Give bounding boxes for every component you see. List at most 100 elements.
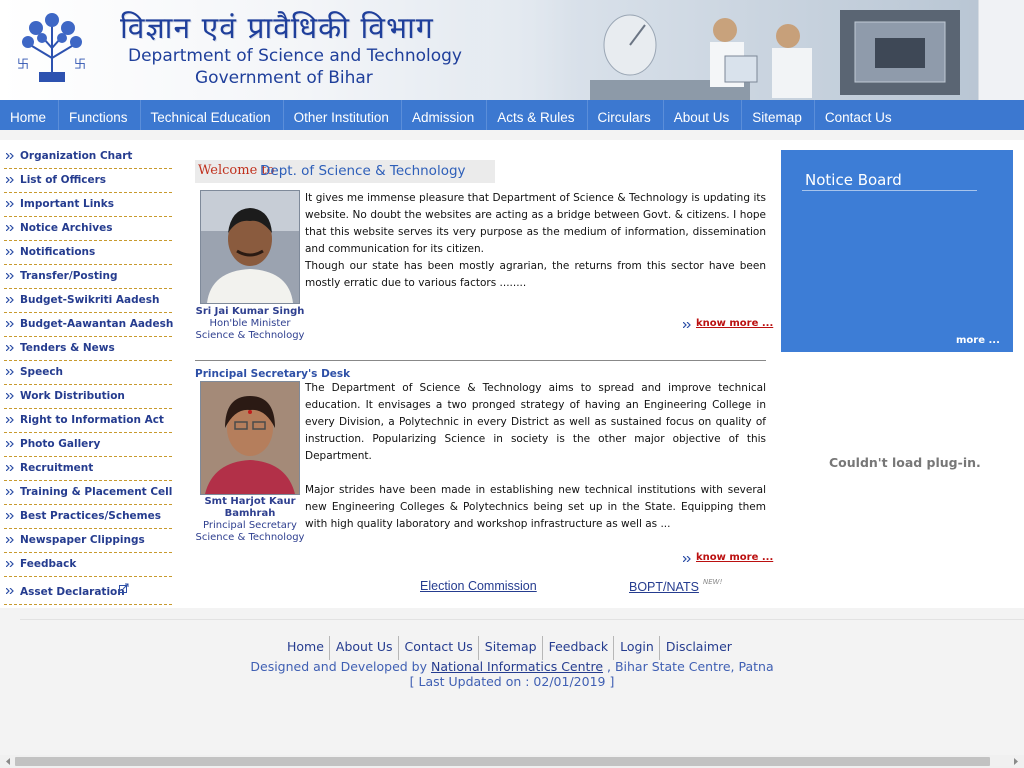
sidebar-item-label: Budget-Swikriti Aadesh <box>20 294 160 306</box>
nav-functions[interactable]: Functions <box>59 100 141 130</box>
sidebar-item-speech[interactable]: Speech <box>4 362 172 385</box>
nav-circulars[interactable]: Circulars <box>588 100 664 130</box>
nav-contact-us[interactable]: Contact Us <box>815 100 904 130</box>
svg-text:卐: 卐 <box>17 57 29 71</box>
double-chevron-icon <box>6 345 14 351</box>
nav-sitemap[interactable]: Sitemap <box>742 100 815 130</box>
nav-other-institution[interactable]: Other Institution <box>284 100 402 130</box>
sidebar-item-notice-archives[interactable]: Notice Archives <box>4 218 172 241</box>
sidebar-item-label: Work Distribution <box>20 390 125 402</box>
scroll-left-arrow-icon[interactable] <box>3 757 13 766</box>
scroll-right-arrow-icon[interactable] <box>1011 757 1021 766</box>
sidebar-item-tenders-news[interactable]: Tenders & News <box>4 338 172 361</box>
bopt-nats-link[interactable]: BOPT/NATS <box>629 580 699 594</box>
secretary-message-para1: The Department of Science & Technology a… <box>305 382 766 462</box>
sidebar-item-label: Photo Gallery <box>20 438 101 450</box>
sidebar-item-training-placement-cell[interactable]: Training & Placement Cell <box>4 482 172 505</box>
notice-board-more-link[interactable]: more ... <box>956 335 1000 346</box>
site-title-hindi: विज्ञान एवं प्रावैधिकी विभाग <box>120 11 434 46</box>
footer-link-feedback[interactable]: Feedback <box>543 636 615 660</box>
sidebar-item-label: Notice Archives <box>20 222 113 234</box>
notice-board-divider <box>802 190 977 191</box>
credits-prefix: Designed and Developed by <box>250 659 428 674</box>
election-commission-link[interactable]: Election Commission <box>420 579 537 593</box>
minister-title: Hon'ble Minister <box>209 318 291 329</box>
footer-link-sitemap[interactable]: Sitemap <box>479 636 543 660</box>
minister-message-para1: It gives me immense pleasure that Depart… <box>305 192 766 255</box>
horizontal-scrollbar[interactable] <box>0 755 1024 768</box>
sidebar-item-photo-gallery[interactable]: Photo Gallery <box>4 434 172 457</box>
double-chevron-icon <box>6 273 14 279</box>
nav-admission[interactable]: Admission <box>402 100 488 130</box>
secretary-portrait-image <box>201 382 299 494</box>
nav-about-us[interactable]: About Us <box>664 100 743 130</box>
double-chevron-icon <box>6 561 14 567</box>
sidebar-item-right-to-information-act[interactable]: Right to Information Act <box>4 410 172 433</box>
double-chevron-icon <box>6 537 14 543</box>
sidebar-item-label: Notifications <box>20 246 96 258</box>
double-chevron-icon <box>6 489 14 495</box>
double-chevron-icon <box>6 321 14 327</box>
principal-secretary-heading: Principal Secretary's Desk <box>195 368 351 380</box>
nav-acts-rules[interactable]: Acts & Rules <box>487 100 588 130</box>
minister-message: It gives me immense pleasure that Depart… <box>305 190 766 292</box>
double-chevron-icon <box>6 153 14 159</box>
double-chevron-icon <box>6 201 14 207</box>
sidebar-item-label: Best Practices/Schemes <box>20 510 161 522</box>
sidebar-item-feedback[interactable]: Feedback <box>4 554 172 577</box>
sidebar-item-transfer-posting[interactable]: Transfer/Posting <box>4 266 172 289</box>
sidebar-menu: Organization Chart List of Officers Impo… <box>4 146 173 606</box>
footer-link-contact-us[interactable]: Contact Us <box>399 636 479 660</box>
secretary-photo <box>200 381 300 495</box>
bihar-emblem-logo: 卐 卐 <box>17 13 86 82</box>
double-chevron-icon <box>6 465 14 471</box>
external-link-icon <box>119 583 129 593</box>
minister-dept: Science & Technology <box>195 330 305 341</box>
double-chevron-icon <box>6 417 14 423</box>
section-divider <box>195 360 766 361</box>
sidebar-item-organization-chart[interactable]: Organization Chart <box>4 146 172 169</box>
scrollbar-thumb[interactable] <box>15 757 990 766</box>
plugin-error-message: Couldn't load plug-in. <box>829 455 981 470</box>
notice-board: Notice Board more ... <box>781 150 1013 352</box>
double-chevron-icon <box>6 441 14 447</box>
sidebar-item-label: Training & Placement Cell <box>20 486 173 498</box>
sidebar-item-label: Important Links <box>20 198 115 210</box>
sidebar-item-budget-aawantan-aadesh[interactable]: Budget-Aawantan Aadesh <box>4 314 173 337</box>
sidebar-item-recruitment[interactable]: Recruitment <box>4 458 172 481</box>
sidebar-item-label: Right to Information Act <box>20 414 164 426</box>
double-chevron-icon <box>6 513 14 519</box>
welcome-banner: Welcome to Dept. of Science & Technology <box>195 160 495 183</box>
sidebar-item-asset-declaration[interactable]: Asset Declaration <box>4 578 172 605</box>
sidebar-item-newspaper-clippings[interactable]: Newspaper Clippings <box>4 530 172 553</box>
double-chevron-icon <box>683 322 691 328</box>
secretary-know-more-link[interactable]: know more ... <box>696 552 773 563</box>
sidebar-item-list-of-officers[interactable]: List of Officers <box>4 170 172 193</box>
footer-credits: Designed and Developed by National Infor… <box>0 659 1024 674</box>
sidebar-item-work-distribution[interactable]: Work Distribution <box>4 386 172 409</box>
last-updated: [ Last Updated on : 02/01/2019 ] <box>409 674 615 689</box>
sidebar-item-notifications[interactable]: Notifications <box>4 242 172 265</box>
nav-technical-education[interactable]: Technical Education <box>141 100 284 130</box>
sidebar-item-budget-swikriti-aadesh[interactable]: Budget-Swikriti Aadesh <box>4 290 172 313</box>
footer-link-disclaimer[interactable]: Disclaimer <box>660 636 737 660</box>
double-chevron-icon <box>6 297 14 303</box>
main-navigation: Home Functions Technical Education Other… <box>0 100 1024 130</box>
sidebar-item-best-practices-schemes[interactable]: Best Practices/Schemes <box>4 506 172 529</box>
header-banner-image <box>470 0 980 100</box>
footer-link-login[interactable]: Login <box>614 636 660 660</box>
footer-link-home[interactable]: Home <box>281 636 330 660</box>
sidebar-item-label: Speech <box>20 366 64 378</box>
footer-link-about-us[interactable]: About Us <box>330 636 399 660</box>
secretary-dept: Science & Technology <box>195 532 305 543</box>
nav-home[interactable]: Home <box>0 100 60 130</box>
site-header: 卐 卐 विज्ञान एवं प्रावैधिकी विभाग Departm… <box>0 0 1024 100</box>
double-chevron-icon <box>6 369 14 375</box>
nic-link[interactable]: National Informatics Centre <box>431 659 603 674</box>
minister-know-more-link[interactable]: know more ... <box>696 318 773 329</box>
sidebar-item-label: Tenders & News <box>20 342 115 354</box>
sidebar-item-label: Feedback <box>20 558 77 570</box>
new-badge: NEW! <box>703 578 723 586</box>
sidebar-item-important-links[interactable]: Important Links <box>4 194 172 217</box>
